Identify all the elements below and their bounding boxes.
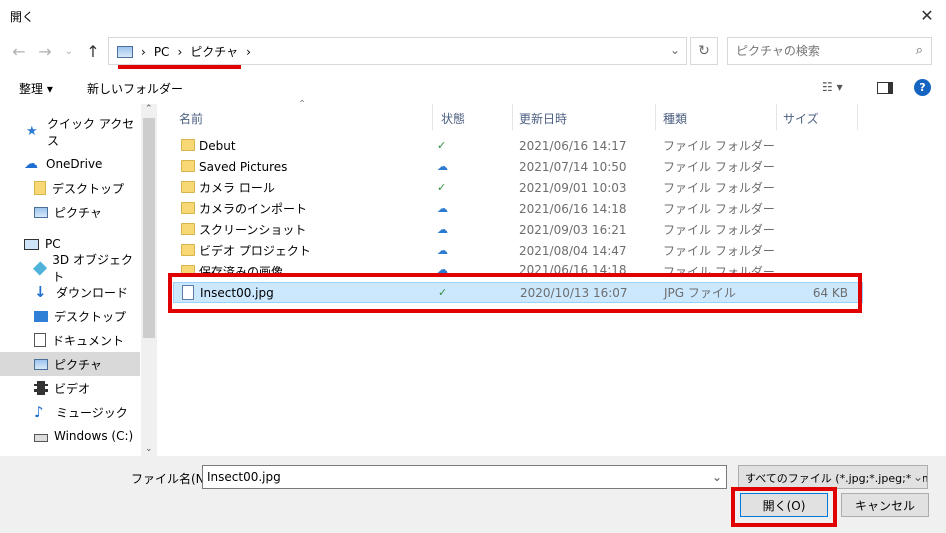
nav-item-music[interactable]: ♪ ミュージック [0, 400, 140, 424]
column-divider [776, 104, 777, 130]
cloud-icon: ☁ [437, 244, 448, 257]
column-divider [655, 104, 656, 130]
column-header-status[interactable]: 状態 [441, 110, 465, 127]
folder-icon [181, 160, 195, 172]
scroll-down-icon[interactable]: ⌄ [145, 444, 153, 454]
cloud-icon: ☁ [437, 263, 448, 273]
nav-item-drive-c[interactable]: Windows (C:) [0, 424, 140, 448]
address-bar[interactable]: › PC › ピクチャ › ⌄ [108, 37, 687, 65]
nav-scrollbar[interactable]: ⌃ ⌄ [141, 104, 157, 456]
filename-value: Insect00.jpg [207, 470, 281, 484]
recent-dropdown-icon[interactable]: ⌄ [58, 40, 80, 62]
column-header-size[interactable]: サイズ [783, 110, 819, 127]
refresh-icon[interactable]: ↻ [690, 37, 718, 65]
filetype-select[interactable]: すべてのファイル (*.jpg;*.jpeg;*.bm ⌄ [738, 465, 928, 489]
cube-icon [32, 260, 48, 276]
filename-field[interactable]: Insect00.jpg ⌄ [202, 465, 727, 489]
help-icon[interactable]: ? [914, 79, 931, 96]
folder-icon [181, 223, 195, 235]
column-divider [512, 104, 513, 130]
sort-indicator-icon: ⌃ [298, 99, 307, 110]
filetype-value: すべてのファイル (*.jpg;*.jpeg;*.bm [745, 472, 928, 485]
cancel-button[interactable]: キャンセル [841, 493, 929, 517]
nav-item-quick-access[interactable]: ★ クイック アクセス [0, 117, 140, 148]
list-item[interactable]: カメラ ロール ✓ 2021/09/01 10:03 ファイル フォルダー [173, 177, 863, 198]
close-icon[interactable]: ✕ [916, 4, 938, 26]
cloud-icon: ☁ [437, 160, 448, 173]
back-arrow-icon[interactable]: ← [8, 40, 30, 62]
forward-arrow-icon[interactable]: → [34, 40, 56, 62]
list-item[interactable]: スクリーンショット ☁ 2021/09/03 16:21 ファイル フォルダー [173, 219, 863, 240]
folder-icon [181, 265, 195, 273]
breadcrumb-pictures[interactable]: ピクチャ [190, 43, 238, 60]
pc-icon [24, 238, 39, 250]
window-title: 開く [10, 10, 35, 24]
view-options-icon[interactable]: ☷ ▾ [822, 80, 843, 94]
star-icon: ★ [26, 124, 38, 139]
highlight-underline [118, 65, 241, 69]
chevron-down-icon[interactable]: ⌄ [910, 470, 923, 484]
column-divider [432, 104, 433, 130]
list-item[interactable]: カメラのインポート ☁ 2021/06/16 14:18 ファイル フォルダー [173, 198, 863, 219]
search-icon[interactable]: ⌕ [916, 43, 923, 58]
synced-icon: ✓ [437, 181, 447, 194]
folder-icon [34, 181, 46, 195]
column-header-type[interactable]: 種類 [663, 110, 687, 127]
folder-icon [181, 181, 195, 193]
nav-item-videos[interactable]: ビデオ [0, 376, 140, 400]
highlight-box-file [168, 273, 862, 313]
highlight-box-open [731, 487, 837, 527]
picture-icon [117, 45, 133, 58]
list-item[interactable]: ビデオ プロジェクト ☁ 2021/08/04 14:47 ファイル フォルダー [173, 240, 863, 261]
column-header-date[interactable]: 更新日時 [519, 110, 567, 127]
breadcrumb-sep: › [141, 44, 146, 59]
title-bar: 開く ✕ [0, 0, 946, 32]
column-header-name[interactable]: 名前 [179, 110, 203, 127]
folder-icon [181, 244, 195, 256]
nav-item-downloads[interactable]: ↓ ダウンロード [0, 280, 140, 304]
music-icon: ♪ [34, 403, 44, 421]
list-item[interactable]: 保存済みの画像 ☁ 2021/06/16 14:18 ファイル フォルダー [173, 261, 863, 273]
navigation-pane: ★ クイック アクセス ☁ OneDrive デスクトップ ピクチャ PC 3D… [0, 104, 157, 456]
search-input[interactable] [736, 43, 906, 59]
picture-icon [34, 206, 48, 218]
synced-icon: ✓ [437, 139, 447, 152]
nav-item-pictures2[interactable]: ピクチャ [0, 352, 140, 376]
preview-pane-icon[interactable] [877, 82, 893, 94]
cloud-icon: ☁ [24, 156, 38, 172]
breadcrumb-sep: › [177, 44, 183, 59]
nav-item-pictures[interactable]: ピクチャ [0, 200, 140, 224]
nav-item-onedrive[interactable]: ☁ OneDrive [0, 152, 140, 176]
nav-item-documents[interactable]: ドキュメント [0, 328, 140, 352]
breadcrumb-sep: › [246, 44, 251, 59]
drive-icon [34, 434, 48, 442]
breadcrumb-pc[interactable]: PC [154, 45, 170, 59]
scrollbar-thumb[interactable] [143, 118, 155, 338]
cloud-icon: ☁ [437, 223, 448, 236]
column-divider [857, 104, 858, 130]
new-folder-button[interactable]: 新しいフォルダー [87, 80, 183, 97]
chevron-down-icon[interactable]: ⌄ [712, 470, 722, 484]
organize-button[interactable]: 整理 ▾ [19, 80, 53, 97]
desktop-icon [34, 310, 48, 322]
scroll-up-icon[interactable]: ⌃ [145, 104, 153, 114]
list-item[interactable]: Saved Pictures ☁ 2021/07/14 10:50 ファイル フ… [173, 156, 863, 177]
nav-item-desktop2[interactable]: デスクトップ [0, 304, 140, 328]
nav-item-desktop[interactable]: デスクトップ [0, 176, 140, 200]
document-icon [34, 333, 46, 347]
cloud-icon: ☁ [437, 202, 448, 215]
chevron-down-icon[interactable]: ⌄ [670, 43, 680, 57]
toolbar: 整理 ▾ 新しいフォルダー ☷ ▾ ? [0, 76, 946, 102]
nav-item-3d-objects[interactable]: 3D オブジェクト [0, 253, 140, 284]
download-icon: ↓ [34, 283, 47, 301]
video-icon [34, 381, 48, 395]
list-item[interactable]: Debut ✓ 2021/06/16 14:17 ファイル フォルダー [173, 135, 863, 156]
folder-icon [181, 139, 195, 151]
folder-icon [181, 202, 195, 214]
search-box[interactable]: ⌕ [727, 37, 932, 65]
picture-icon [34, 358, 48, 370]
up-arrow-icon[interactable]: ↑ [82, 40, 104, 62]
